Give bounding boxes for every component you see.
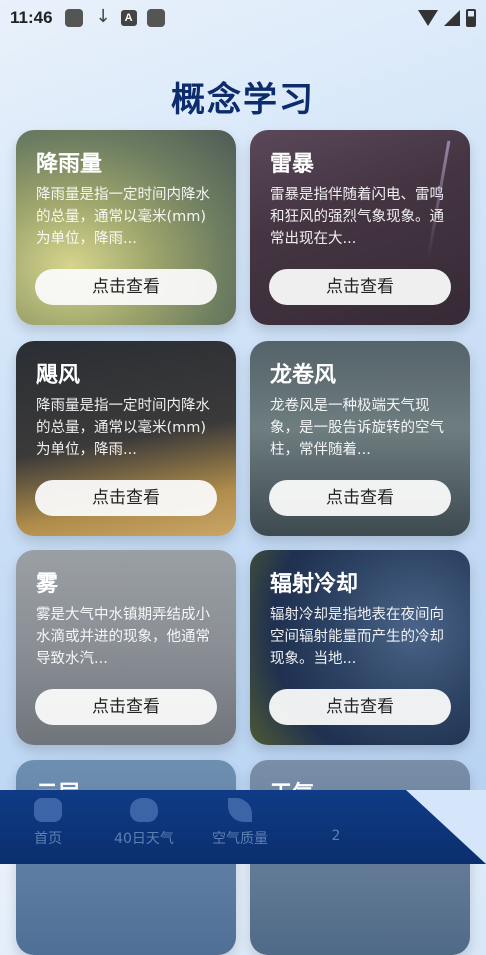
card-desc: 辐射冷却是指地表在夜间向空间辐射能量而产生的冷却现象。当地...	[270, 607, 444, 667]
nav-label: 首页	[34, 831, 62, 847]
card-title: 降雨量	[36, 152, 103, 177]
signal-icon	[444, 10, 460, 26]
card-title: 飓风	[36, 363, 81, 388]
view-button[interactable]: 点击查看	[269, 269, 451, 305]
card-desc: 雾是大气中水镇期弄结成小水滴或并进的现象，他通常导致水汽...	[36, 607, 210, 667]
nav-item-4[interactable]: 2	[288, 798, 384, 844]
download-icon	[93, 6, 111, 27]
view-button[interactable]: 点击查看	[269, 689, 451, 725]
status-icons: A	[64, 6, 165, 27]
view-button[interactable]: 点击查看	[35, 480, 217, 516]
nav-40-day-weather[interactable]: 40日天气	[96, 798, 192, 848]
card-title: 辐射冷却	[270, 572, 359, 597]
card-tornado[interactable]: 龙卷风 龙卷风是一种极端天气现象，是一股告诉旋转的空气柱，常伴随着... 点击查…	[250, 341, 470, 536]
card-title: 雾	[36, 572, 59, 597]
card-fog[interactable]: 雾 雾是大气中水镇期弄结成小水滴或并进的现象，他通常导致水汽... 点击查看	[16, 550, 236, 745]
status-bar: 11:46 A	[0, 0, 486, 36]
status-time: 11:46	[10, 8, 53, 27]
card-title: 龙卷风	[270, 363, 337, 388]
bottom-nav: 首页 40日天气 空气质量 2	[0, 790, 486, 864]
card-desc: 降雨量是指一定时间内降水的总量，通常以毫米(mm)为单位，降雨...	[36, 398, 210, 458]
card-radiative-cooling[interactable]: 辐射冷却 辐射冷却是指地表在夜间向空间辐射能量而产生的冷却现象。当地... 点击…	[250, 550, 470, 745]
card-desc: 雷暴是指伴随着闪电、雷鸣和狂风的强烈气象现象。通常出现在大...	[270, 187, 444, 247]
notification-icon	[64, 9, 83, 27]
view-button[interactable]: 点击查看	[35, 689, 217, 725]
leaf-icon	[228, 798, 252, 822]
app-notification-icon	[146, 9, 165, 27]
nav-home[interactable]: 首页	[0, 798, 96, 848]
nav-label: 空气质量	[212, 831, 268, 847]
card-hurricane[interactable]: 飓风 降雨量是指一定时间内降水的总量，通常以毫米(mm)为单位，降雨... 点击…	[16, 341, 236, 536]
card-desc: 降雨量是指一定时间内降水的总量，通常以毫米(mm)为单位，降雨...	[36, 187, 210, 247]
wifi-icon	[418, 10, 438, 26]
cloud-icon	[130, 798, 158, 822]
nav-air-quality[interactable]: 空气质量	[192, 798, 288, 848]
battery-icon	[466, 9, 476, 27]
card-title: 雷暴	[270, 152, 315, 177]
home-icon	[34, 798, 62, 822]
a-icon: A	[120, 10, 137, 26]
card-rainfall[interactable]: 降雨量 降雨量是指一定时间内降水的总量，通常以毫米(mm)为单位，降雨... 点…	[16, 130, 236, 325]
view-button[interactable]: 点击查看	[35, 269, 217, 305]
card-thunderstorm[interactable]: 雷暴 雷暴是指伴随着闪电、雷鸣和狂风的强烈气象现象。通常出现在大... 点击查看	[250, 130, 470, 325]
page-title: 概念学习	[171, 80, 315, 120]
nav-label: 2	[331, 828, 341, 844]
status-right	[418, 9, 476, 27]
card-desc: 龙卷风是一种极端天气现象，是一股告诉旋转的空气柱，常伴随着...	[270, 398, 444, 458]
nav-label: 40日天气	[114, 831, 174, 847]
view-button[interactable]: 点击查看	[269, 480, 451, 516]
